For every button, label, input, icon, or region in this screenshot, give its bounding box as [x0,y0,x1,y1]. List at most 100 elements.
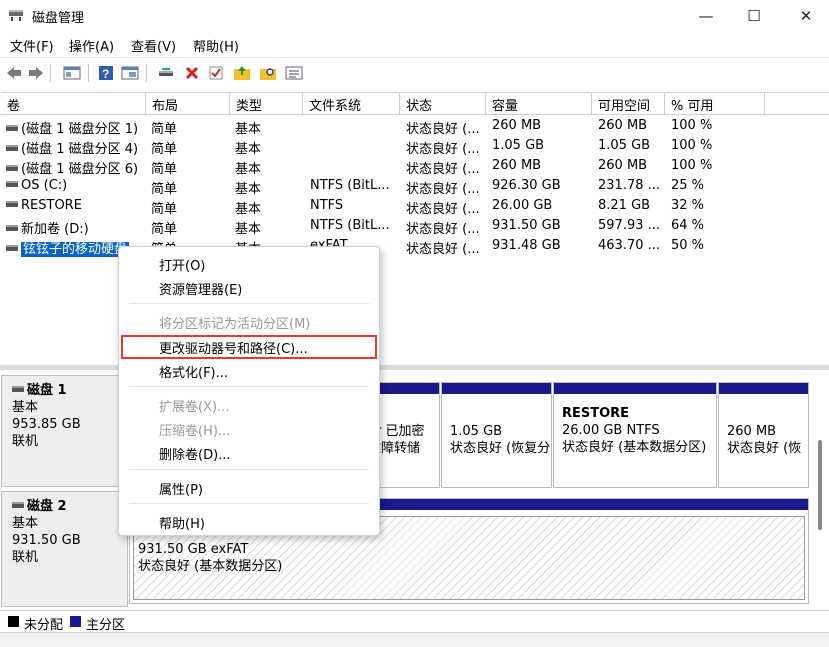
column-filesystem[interactable]: 文件系统 [303,93,400,115]
cell-fs: NTFS [310,198,344,213]
unallocated-swatch [8,616,19,627]
cell-layout: 简单 [151,162,178,177]
cell-free: 231.78 ... [598,178,661,193]
menu-delete-volume[interactable]: 删除卷(D)... [159,444,231,463]
cell-fs: NTFS (BitL... [310,178,390,193]
menu-explorer[interactable]: 资源管理器(E) [159,279,242,298]
cell-status: 状态良好 (... [406,182,480,197]
volume-icon [6,225,18,231]
disk-view-scrollbar[interactable] [818,440,822,530]
cell-name: (磁盘 1 磁盘分区 4) [6,138,146,157]
column-layout[interactable]: 布局 [146,93,230,115]
volume-icon [6,165,18,171]
legend-unallocated: 未分配 [24,618,64,633]
disk-1-partition-restore[interactable]: RESTORE 26.00 GB NTFS 状态良好 (基本数据分区) [553,382,717,488]
cell-free: 597.93 ... [598,218,661,233]
legend: 未分配 主分区 [0,610,829,633]
cell-capacity: 26.00 GB [492,198,553,213]
cell-layout: 简单 [151,202,178,217]
svg-text:?: ? [102,67,109,81]
delete-icon[interactable] [182,64,202,82]
disk-icon [12,502,24,508]
volume-icon [6,245,18,251]
menu-view[interactable]: 查看(V) [131,36,176,55]
folder-up-icon[interactable] [232,64,252,82]
check-icon[interactable] [206,64,226,82]
disk-2-label[interactable]: 磁盘 2 基本 931.50 GB 联机 [1,491,128,607]
cell-name: RESTORE [6,198,146,213]
connect-disk-icon[interactable] [156,64,176,82]
column-type[interactable]: 类型 [230,93,303,115]
help-icon[interactable]: ? [96,64,116,82]
cell-name: (磁盘 1 磁盘分区 6) [6,158,146,177]
menu-extend-volume: 扩展卷(X)... [159,400,230,415]
menu-format[interactable]: 格式化(F)... [159,362,228,381]
table-row[interactable]: (磁盘 1 磁盘分区 4) 简单 基本 状态良好 (... 1.05 GB 1.05 GB… [1,136,829,157]
context-menu: 打开(O) 资源管理器(E) 将分区标记为活动分区(M) 更改驱动器号和路径(C… [118,246,380,536]
volume-icon [6,145,18,151]
minimize-button[interactable]: — [683,0,729,32]
menu-open[interactable]: 打开(O) [159,255,205,274]
volume-icon [6,181,18,187]
column-capacity[interactable]: 容量 [486,93,592,115]
table-row[interactable]: (磁盘 1 磁盘分区 6) 简单 基本 状态良好 (... 260 MB 260 MB 10… [1,156,829,177]
primary-swatch [70,616,81,627]
cell-status: 状态良好 (... [406,242,480,257]
cell-type: 基本 [235,182,262,197]
cell-type: 基本 [235,142,262,157]
cell-capacity: 260 MB [492,118,542,133]
toolbar: ? [0,57,829,87]
forward-icon[interactable] [26,64,46,82]
menu-change-drive-letter[interactable]: 更改驱动器号和路径(C)... [159,338,308,357]
cell-pct: 50 % [671,238,705,253]
disk-1-partition-recovery[interactable]: 1.05 GB 状态良好 (恢复分 [441,382,552,488]
close-button[interactable]: ✕ [783,0,829,32]
column-volume[interactable]: 卷 [1,93,146,115]
menu-properties[interactable]: 属性(P) [159,479,203,498]
menu-file[interactable]: 文件(F) [10,36,54,55]
disk-1-partition-recovery-2[interactable]: 260 MB 状态良好 (恢 [718,382,809,488]
cell-pct: 100 % [671,118,713,133]
cell-type: 基本 [235,202,262,217]
cell-free: 260 MB [598,118,648,133]
menu-help[interactable]: 帮助(H) [193,36,239,55]
column-free-space[interactable]: 可用空间 [592,93,665,115]
cell-pct: 100 % [671,138,713,153]
menu-help-item[interactable]: 帮助(H) [159,513,205,532]
volume-icon [6,125,18,131]
column-status[interactable]: 状态 [400,93,486,115]
table-row[interactable]: 新加卷 (D:) 简单 基本 NTFS (BitL... 状态良好 (... 931.50… [1,216,829,237]
cell-status: 状态良好 (... [406,202,480,217]
cell-status: 状态良好 (... [406,222,480,237]
disk-1-label[interactable]: 磁盘 1 基本 953.85 GB 联机 [1,375,128,487]
cell-status: 状态良好 (... [406,162,480,177]
cell-type: 基本 [235,162,262,177]
cell-type: 基本 [235,122,262,137]
cell-capacity: 1.05 GB [492,138,545,153]
table-row[interactable]: RESTORE 简单 基本 NTFS 状态良好 (... 26.00 GB 8.21 GB 3… [1,196,829,217]
properties-icon[interactable] [120,64,140,82]
cell-capacity: 926.30 GB [492,178,561,193]
cell-free: 8.21 GB [598,198,651,213]
show-hide-console-tree-icon[interactable] [62,64,82,82]
table-row[interactable]: OS (C:) 简单 基本 NTFS (BitL... 状态良好 (... 926.30 … [1,176,829,197]
window-title: 磁盘管理 [32,11,85,26]
menu-action[interactable]: 操作(A) [69,36,114,55]
cell-layout: 简单 [151,222,178,237]
cell-status: 状态良好 (... [406,142,480,157]
cell-free: 463.70 ... [598,238,661,253]
back-icon[interactable] [4,64,24,82]
cell-capacity: 931.48 GB [492,238,561,253]
cell-free: 1.05 GB [598,138,651,153]
maximize-button[interactable]: ☐ [731,0,777,32]
legend-primary: 主分区 [86,618,126,633]
cell-capacity: 931.50 GB [492,218,561,233]
cell-layout: 简单 [151,122,178,137]
cell-name: OS (C:) [6,178,146,193]
settings-list-icon[interactable] [284,64,304,82]
status-bar [0,632,829,647]
table-row[interactable]: (磁盘 1 磁盘分区 1) 简单 基本 状态良好 (... 260 MB 260 MB 10… [1,116,829,137]
menu-mark-active: 将分区标记为活动分区(M) [159,317,311,332]
column-percent-free[interactable]: % 可用 [665,93,765,115]
folder-search-icon[interactable] [258,64,278,82]
